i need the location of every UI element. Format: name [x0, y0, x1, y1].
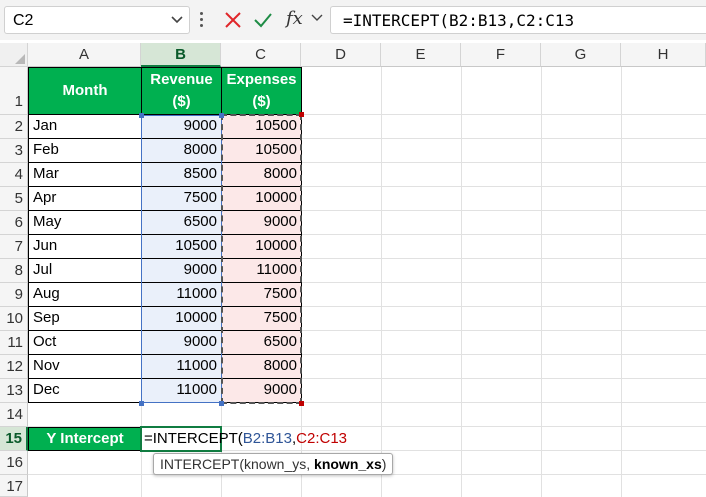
table-cell-month[interactable]: Mar: [28, 163, 142, 187]
column-header-g[interactable]: G: [541, 43, 621, 67]
column-header-e[interactable]: E: [381, 43, 461, 67]
row-header-6[interactable]: 6: [0, 211, 28, 235]
table-cell-month[interactable]: Jun: [28, 235, 142, 259]
table-cell-month[interactable]: Nov: [28, 355, 142, 379]
y-intercept-label[interactable]: Y Intercept: [28, 427, 142, 451]
row-header-8[interactable]: 8: [0, 259, 28, 283]
formula-buttons: fx: [216, 6, 326, 34]
formula-range-2: C2:C13: [296, 430, 348, 447]
enter-check-icon[interactable]: [253, 11, 273, 29]
range-b-handle[interactable]: [219, 113, 224, 118]
range-highlight-c2-c13: [221, 114, 302, 404]
row-header-5[interactable]: 5: [0, 187, 28, 211]
table-cell-month[interactable]: Oct: [28, 331, 142, 355]
table-cell-month[interactable]: Aug: [28, 283, 142, 307]
chevron-down-icon[interactable]: [311, 14, 323, 22]
formula-range-1: B2:B13: [242, 430, 292, 447]
name-box-value: C2: [13, 12, 34, 29]
header-month[interactable]: Month: [28, 67, 142, 115]
formula-text: =INTERCEPT(B2:B13,C2:C13: [343, 11, 575, 30]
column-header-c[interactable]: C: [221, 43, 301, 67]
column-header-f[interactable]: F: [461, 43, 541, 67]
range-highlight-b2-b13: [141, 115, 222, 403]
cancel-icon[interactable]: [224, 11, 242, 29]
more-options-icon[interactable]: [200, 10, 204, 30]
column-header-b[interactable]: B: [141, 43, 221, 67]
range-b-handle[interactable]: [139, 401, 144, 406]
range-c-handle[interactable]: [299, 401, 304, 406]
row-header-9[interactable]: 9: [0, 283, 28, 307]
header-revenue[interactable]: Revenue ($): [141, 67, 222, 115]
row-header-15[interactable]: 15: [0, 427, 28, 451]
range-c-handle[interactable]: [299, 112, 304, 117]
table-cell-month[interactable]: Jan: [28, 115, 142, 139]
row-header-4[interactable]: 4: [0, 163, 28, 187]
row-header-12[interactable]: 12: [0, 355, 28, 379]
range-b-handle[interactable]: [219, 401, 224, 406]
row-header-2[interactable]: 2: [0, 115, 28, 139]
row-header-10[interactable]: 10: [0, 307, 28, 331]
table-cell-month[interactable]: Dec: [28, 379, 142, 403]
select-all-button[interactable]: [0, 43, 28, 67]
table-cell-month[interactable]: Apr: [28, 187, 142, 211]
header-expenses-line2: ($): [252, 93, 271, 110]
tooltip-function: INTERCEPT(known_ys,: [160, 456, 315, 472]
header-revenue-line2: ($): [172, 93, 191, 110]
header-expenses-line1: Expenses: [226, 71, 297, 88]
formula-bar: C2 fx =INTERCEPT(B2:B13,C2:C13: [0, 0, 706, 40]
row-header-3[interactable]: 3: [0, 139, 28, 163]
column-header-a[interactable]: A: [28, 43, 141, 67]
row-header-13[interactable]: 13: [0, 379, 28, 403]
row-header-16[interactable]: 16: [0, 451, 28, 475]
row-header-17[interactable]: 17: [0, 475, 28, 497]
table-cell-month[interactable]: Jul: [28, 259, 142, 283]
table-cell-month[interactable]: Sep: [28, 307, 142, 331]
column-header-h[interactable]: H: [621, 43, 706, 67]
insert-function-button[interactable]: fx: [286, 8, 303, 29]
name-box[interactable]: C2: [4, 6, 190, 34]
range-b-handle[interactable]: [139, 113, 144, 118]
row-header-14[interactable]: 14: [0, 403, 28, 427]
row-header-11[interactable]: 11: [0, 331, 28, 355]
function-argument-tooltip[interactable]: INTERCEPT(known_ys, known_xs): [153, 453, 394, 475]
chevron-down-icon[interactable]: [171, 16, 183, 24]
cell-edit-formula[interactable]: =INTERCEPT(B2:B13,C2:C13: [144, 428, 347, 450]
formula-input[interactable]: =INTERCEPT(B2:B13,C2:C13: [330, 6, 706, 34]
row-header-7[interactable]: 7: [0, 235, 28, 259]
header-expenses[interactable]: Expenses ($): [221, 67, 302, 115]
tooltip-close: ): [381, 456, 387, 472]
table-cell-month[interactable]: Feb: [28, 139, 142, 163]
column-header-d[interactable]: D: [301, 43, 381, 67]
tooltip-current-arg[interactable]: known_xs: [314, 456, 382, 472]
header-revenue-line1: Revenue: [150, 71, 213, 88]
formula-prefix: =INTERCEPT(: [144, 430, 243, 447]
row-header-1[interactable]: 1: [0, 67, 28, 115]
table-cell-month[interactable]: May: [28, 211, 142, 235]
